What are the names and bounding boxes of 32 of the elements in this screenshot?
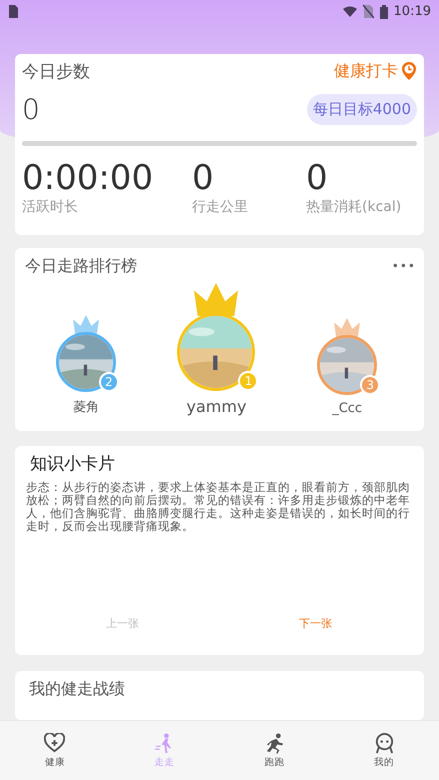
step-count: 0	[22, 92, 40, 126]
sim-card-icon	[8, 4, 20, 20]
card-title: 我的健走战绩	[29, 679, 125, 698]
location-clock-icon[interactable]	[401, 62, 417, 80]
rank-badge: 1	[238, 370, 258, 391]
stat-label: 活跃时长	[22, 198, 79, 216]
tip-paragraph: 步态：从步行的姿态讲，要求上体姿基本是正直的，眼看前方，颈部肌肉放松；两臂自然的向前后摆动。常见的错误有：许多用走步锻炼的中老年人，他们含胸驼背、曲胳膊变腿行走。这种走姿是错误的，如长时间的行走时，反而会出现腰背痛现象。	[26, 481, 411, 534]
tab[interactable]: 健康	[0, 721, 110, 780]
rank-badge: 2	[98, 372, 119, 392]
user-name: _Ccc	[332, 400, 362, 416]
stat-label: 行走公里	[192, 198, 249, 216]
stat-value: 0	[192, 158, 215, 198]
stat-value: 0	[306, 158, 329, 198]
more-button[interactable]: •••	[392, 259, 416, 274]
wifi-icon	[342, 6, 357, 18]
user-name: 菱角	[72, 398, 99, 416]
user-name: yammy	[186, 396, 246, 416]
card-title: 今日走路排行榜	[25, 256, 137, 277]
check-in-link[interactable]: 健康打卡	[334, 60, 398, 82]
stat-value: 0:00:00	[22, 158, 154, 198]
next-card-button[interactable]: 下一张	[299, 616, 332, 631]
no-sim-icon	[362, 4, 374, 20]
clock-time: 10:19	[394, 4, 431, 20]
robot-face-icon	[374, 732, 395, 754]
card-title: 知识小卡片	[29, 453, 116, 476]
stat-label: 热量消耗(kcal)	[306, 198, 402, 216]
tab[interactable]: 我的	[329, 721, 439, 780]
card-title: 今日步数	[22, 60, 90, 83]
tab[interactable]: 跑跑	[220, 721, 330, 780]
heart-plus-icon	[44, 732, 66, 754]
rank-badge: 3	[360, 374, 380, 395]
daily-goal-badge: 每日目标4000	[306, 94, 417, 125]
